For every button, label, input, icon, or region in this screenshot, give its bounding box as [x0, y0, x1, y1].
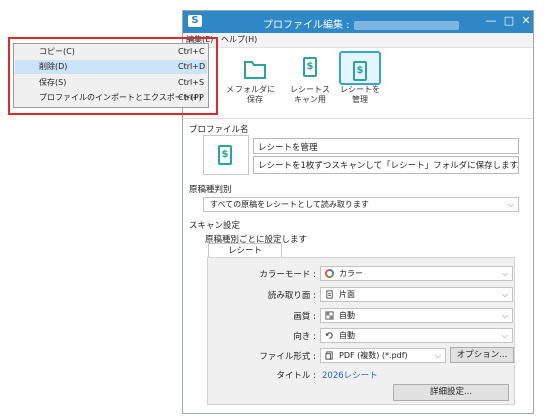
toolbar-label-line2: 保存 [247, 95, 263, 104]
chevron-down-icon: ⌵ [501, 290, 508, 299]
menu-bar: 編集(E) ヘルプ(H) [183, 33, 533, 48]
maximize-button[interactable]: □ [503, 15, 515, 27]
scan-settings-panel: カラーモード : カラー ⌵ 読み取り面 : 片面 ⌵ 画質 : 自動 ⌵ 向き : … [207, 257, 515, 405]
app-logo-icon: S [188, 15, 202, 27]
toolbar-receipt-scan[interactable]: $ レシートス キャン用 [283, 51, 337, 111]
doctype-label: 原稿種判別 [189, 185, 232, 195]
toolbar-label-line1: フォルダに [235, 85, 275, 94]
toolbar-manage-receipts[interactable]: $ レシートを 管理 [333, 51, 387, 111]
pdf-file-icon [325, 351, 333, 360]
profile-icon-box[interactable]: $ [203, 135, 249, 175]
chevron-down-icon: ⌵ [501, 331, 508, 340]
quality-label: 画質 : [293, 312, 316, 322]
chevron-down-icon: ⌵ [501, 269, 508, 278]
window-title: プロファイル編集 : [263, 16, 459, 31]
orientation-label: 向き : [293, 332, 316, 342]
toolbar-label-line2: キャン用 [294, 95, 326, 104]
file-format-select[interactable]: PDF (複数) (*.pdf) ⌵ [320, 348, 446, 363]
quality-select[interactable]: 自動 ⌵ [320, 308, 513, 323]
rotate-icon [325, 332, 333, 339]
scan-side-select[interactable]: 片面 ⌵ [320, 287, 513, 302]
chevron-down-icon: ⌵ [501, 311, 508, 320]
folder-icon [244, 61, 266, 79]
minimize-button[interactable]: — [485, 15, 497, 27]
title-bar[interactable]: S プロファイル編集 : — □ ✕ [183, 11, 533, 33]
toolbar-label-line2: 管理 [352, 95, 368, 104]
highlight-annotation-box [8, 37, 218, 115]
chevron-down-icon: ⌵ [434, 351, 441, 360]
doctype-select[interactable]: すべての原稿をレシートとして読み取ります ⌵ [203, 197, 519, 212]
receipt-icon: $ [353, 61, 367, 81]
chevron-down-icon: ⌵ [507, 200, 514, 209]
detail-settings-button[interactable]: 詳細設定... [393, 384, 509, 401]
profile-name-label: プロファイル名 [189, 125, 249, 135]
profile-name-input[interactable]: レシートを管理 [253, 138, 519, 154]
menu-help[interactable]: ヘルプ(H) [221, 34, 257, 45]
single-side-icon [326, 290, 333, 299]
redacted-title-text [353, 20, 459, 30]
profile-toolbar: メ フォルダに 保存 $ レシートス キャン用 $ レシートを 管理 [183, 48, 533, 119]
orientation-select[interactable]: 自動 ⌵ [320, 328, 513, 343]
scan-settings-label: スキャン設定 [189, 221, 241, 231]
tab-receipt[interactable]: レシート [208, 243, 282, 258]
options-button[interactable]: オプション... [450, 347, 514, 363]
color-mode-select[interactable]: カラー ⌵ [320, 266, 513, 281]
profile-description-input[interactable]: レシートを1枚ずつスキャンして「レシート」フォルダに保存します。 [253, 156, 519, 174]
quality-icon [325, 311, 334, 320]
receipt-icon: $ [303, 57, 317, 77]
receipt-icon: $ [218, 145, 232, 165]
toolbar-label-line1: レシートス [290, 85, 330, 94]
toolbar-label-line1: レシートを [340, 85, 380, 94]
file-format-label: ファイル形式 : [259, 352, 316, 362]
scan-side-label: 読み取り面 : [267, 291, 316, 301]
title-label: タイトル : [276, 371, 316, 381]
toolbar-save-to-folder[interactable]: フォルダに 保存 [228, 51, 282, 111]
color-wheel-icon [325, 269, 334, 278]
title-value-link[interactable]: 2026レシート [322, 369, 378, 381]
color-mode-label: カラーモード : [259, 270, 316, 280]
close-button[interactable]: ✕ [520, 15, 532, 27]
